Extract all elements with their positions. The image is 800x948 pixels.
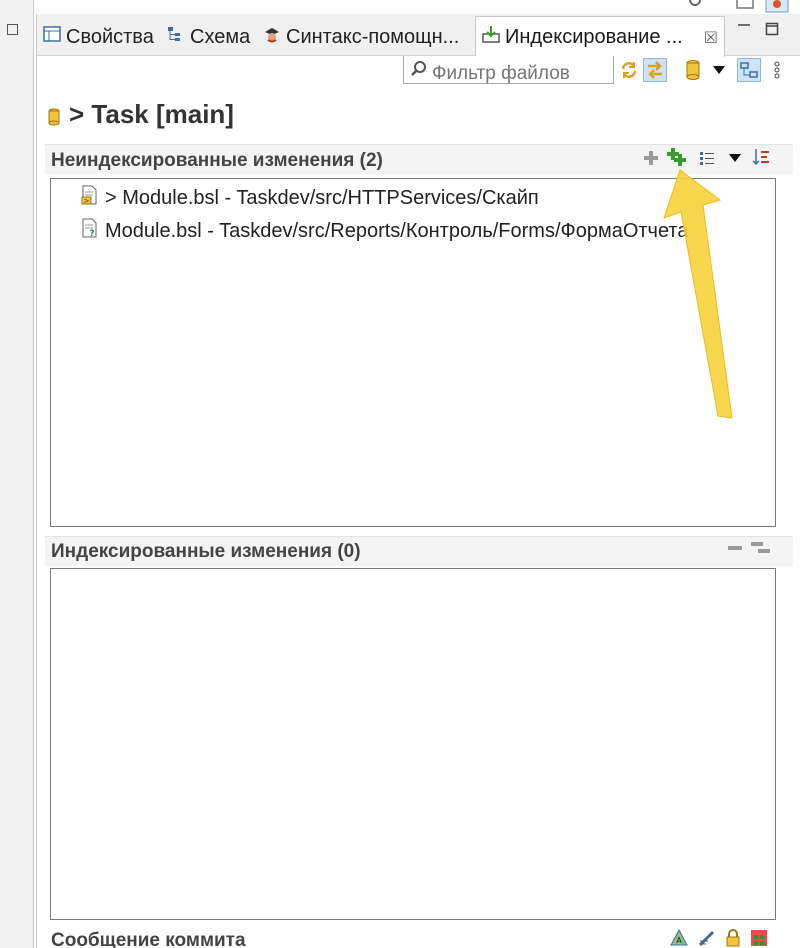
- tab-outline-label: Схема: [190, 25, 251, 48]
- file-label: Module.bsl - Taskdev/src/Reports/Контрол…: [105, 219, 689, 242]
- staged-section-title: Индексированные изменения (0): [51, 541, 361, 562]
- modified-file-icon: >: [81, 185, 99, 211]
- repository-select-icon[interactable]: [681, 58, 705, 82]
- remove-selected-icon[interactable]: [725, 538, 745, 558]
- perspective-icon[interactable]: [765, 0, 789, 13]
- outline-icon: [167, 25, 185, 49]
- view-menu-icon[interactable]: [765, 58, 789, 82]
- tab-staging[interactable]: Индексирование ... ☒: [475, 16, 725, 57]
- tab-syntax-assistant-label: Синтакс-помощн...: [286, 25, 460, 48]
- syntax-assistant-icon: [263, 25, 281, 49]
- repository-title: > Task [main]: [69, 99, 234, 129]
- tree-presentation-icon[interactable]: [697, 148, 717, 168]
- sign-off-icon[interactable]: [697, 928, 717, 948]
- file-filter-field[interactable]: [403, 56, 614, 84]
- staged-file-list[interactable]: [50, 568, 776, 920]
- file-label: > Module.bsl - Taskdev/src/HTTPServices/…: [105, 186, 539, 209]
- top-right-toolbar: [660, 0, 800, 14]
- unstaged-section-title: Неиндексированные изменения (2): [51, 150, 383, 171]
- list-item[interactable]: > > Module.bsl - Taskdev/src/HTTPService…: [81, 185, 539, 211]
- compare-mode-icon[interactable]: [737, 58, 761, 82]
- commit-history-icon[interactable]: A: [669, 928, 689, 948]
- unstaged-file-list[interactable]: > > Module.bsl - Taskdev/src/HTTPService…: [50, 178, 776, 527]
- change-id-icon[interactable]: [749, 928, 769, 948]
- untracked-file-icon: ?: [81, 218, 99, 244]
- maximize-icon[interactable]: [765, 22, 779, 39]
- repository-icon: [47, 102, 61, 133]
- chevron-down-icon[interactable]: [707, 58, 731, 82]
- tab-staging-label: Индексирование ...: [505, 25, 683, 48]
- tab-bar: Свойства Схема Синтакс-помощн... Индекси…: [37, 14, 800, 57]
- staging-icon: [482, 25, 500, 49]
- staging-view: Свойства Схема Синтакс-помощн... Индекси…: [36, 14, 800, 948]
- properties-icon: [43, 25, 61, 49]
- sort-icon[interactable]: [751, 147, 771, 167]
- lock-icon[interactable]: [723, 928, 743, 948]
- search-icon: [410, 60, 428, 83]
- file-filter-input[interactable]: [432, 60, 610, 83]
- svg-text:>: >: [84, 197, 90, 205]
- close-tab-icon[interactable]: ☒: [704, 28, 718, 48]
- restore-view-button[interactable]: [7, 24, 18, 35]
- chevron-down-icon[interactable]: [725, 148, 745, 168]
- search-icon[interactable]: [689, 0, 701, 6]
- add-selected-icon[interactable]: [641, 148, 661, 168]
- tab-syntax-assistant[interactable]: Синтакс-помощн...: [263, 22, 459, 52]
- tab-properties-label: Свойства: [66, 25, 154, 48]
- repository-header: > Task [main]: [47, 96, 234, 133]
- minimize-icon[interactable]: [737, 20, 751, 37]
- left-panel-strip: [0, 0, 34, 948]
- add-all-icon[interactable]: [667, 147, 687, 167]
- commit-message-title: Сообщение коммита: [51, 930, 246, 948]
- list-item[interactable]: ? Module.bsl - Taskdev/src/Reports/Контр…: [81, 218, 689, 244]
- layout-icon[interactable]: [736, 0, 754, 9]
- svg-text:?: ?: [89, 229, 94, 238]
- remove-all-icon[interactable]: [751, 538, 771, 558]
- refresh-icon[interactable]: [617, 58, 641, 82]
- tab-properties[interactable]: Свойства: [43, 22, 154, 52]
- link-selection-icon[interactable]: [643, 58, 667, 82]
- svg-text:A: A: [676, 936, 682, 945]
- tab-outline[interactable]: Схема: [167, 22, 250, 52]
